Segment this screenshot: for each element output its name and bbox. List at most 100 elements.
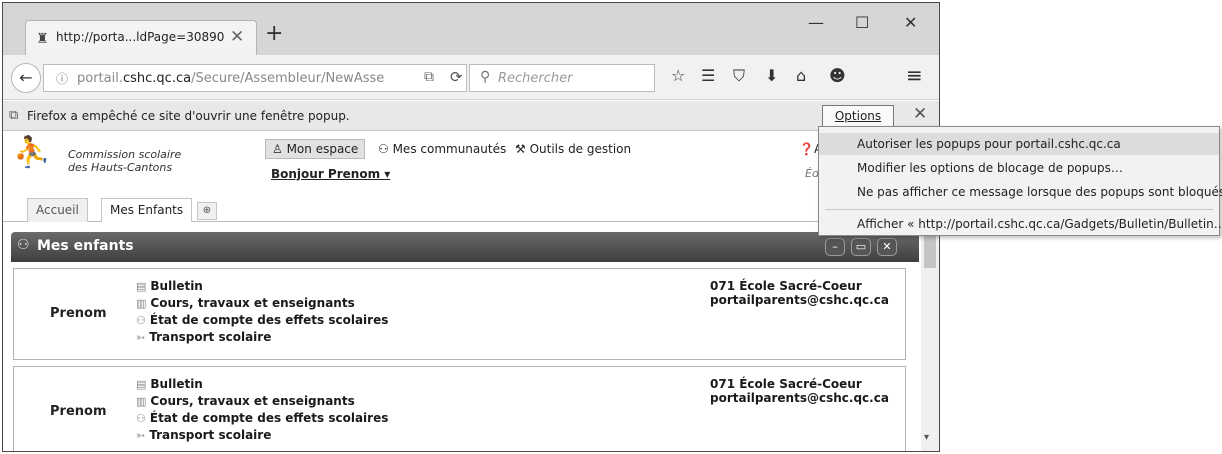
scrollbar-thumb[interactable]	[924, 234, 936, 268]
link-transport[interactable]: ➳ Transport scolaire	[136, 428, 271, 442]
link-cours[interactable]: ▥ Cours, travaux et enseignants	[136, 394, 355, 408]
transport-icon: ➳	[136, 331, 146, 344]
url-domain: cshc.qc.ca	[122, 71, 192, 86]
link-etat-compte-label: État de compte des effets scolaires	[149, 313, 389, 327]
popup-bar-close-icon[interactable]: ✕	[913, 104, 927, 124]
link-transport[interactable]: ➳ Transport scolaire	[136, 330, 271, 344]
nav-communautes-label: Mes communautés	[392, 142, 507, 156]
group-icon: ⚇	[378, 142, 393, 156]
popup-blocked-message: Firefox a empêché ce site d'ouvrir une f…	[27, 109, 350, 123]
link-bulletin-label: Bulletin	[150, 377, 203, 391]
reload-icon[interactable]: ⟳	[450, 68, 463, 86]
chat-icon[interactable]: ☻	[829, 68, 846, 84]
home-icon[interactable]: ⌂	[796, 68, 806, 84]
options-button[interactable]: Options	[822, 105, 894, 127]
child-name: Prenom	[50, 306, 107, 321]
link-etat-compte-label: État de compte des effets scolaires	[149, 411, 389, 425]
back-button[interactable]: ←	[11, 63, 41, 93]
search-icon: ⚲	[480, 69, 491, 85]
minimize-button[interactable]: —	[808, 15, 824, 31]
link-bulletin-label: Bulletin	[150, 279, 203, 293]
popup-blocked-icon[interactable]: ⧉	[424, 69, 434, 85]
title-bar: ♜ http://porta...ldPage=30890 ✕ + — ☐ ✕	[3, 3, 939, 56]
tools-icon: ⚒	[515, 142, 530, 156]
url-prefix: portail.	[77, 71, 123, 86]
child-card: Prenom ▤ Bulletin ▥ Cours, travaux et ense…	[13, 366, 906, 451]
panel-maximize-button[interactable]: ▭	[851, 238, 871, 256]
address-bar[interactable]: ⓘ portail.cshc.qc.ca/Secure/Assembleur/N…	[43, 64, 467, 92]
bookmark-star-icon[interactable]: ☆	[671, 68, 685, 84]
school-name: 071 École Sacré-Coeur	[710, 377, 862, 391]
menu-item-dont-show-message[interactable]: Ne pas afficher ce message lorsque des p…	[819, 181, 1222, 203]
menu-item-edit-popup-options[interactable]: Modifier les options de blocage de popup…	[819, 157, 1219, 179]
popup-options-menu: Autoriser les popups pour portail.cshc.q…	[818, 126, 1222, 236]
nav-communautes[interactable]: ⚇ Mes communautés	[378, 142, 506, 156]
school-board-logo[interactable]: ⛹ Commission scolaire des Hauts-Cantons	[13, 138, 193, 198]
portal-tabs: Accueil Mes Enfants ⊕	[3, 194, 939, 222]
logo-figure-icon: ⛹	[13, 135, 51, 170]
school-name: 071 École Sacré-Coeur	[710, 279, 862, 293]
hamburger-menu-icon[interactable]: ≡	[906, 65, 923, 85]
nav-outils[interactable]: ⚒ Outils de gestion	[515, 142, 631, 156]
close-window-button[interactable]: ✕	[904, 15, 917, 31]
browser-tab[interactable]: ♜ http://porta...ldPage=30890 ✕	[25, 20, 257, 56]
edit-link[interactable]: Éd	[805, 167, 819, 180]
url-path: /Secure/Assembleur/NewAsse	[191, 71, 385, 86]
link-bulletin[interactable]: ▤ Bulletin	[136, 279, 203, 293]
page-content: ⛹ Commission scolaire des Hauts-Cantons …	[3, 132, 939, 451]
tab-accueil[interactable]: Accueil	[27, 198, 88, 222]
page-scrollbar[interactable]: ▾	[921, 222, 939, 451]
site-favicon-icon: ♜	[36, 31, 49, 47]
download-icon[interactable]: ⬇	[765, 68, 778, 84]
tab-title: http://porta...ldPage=30890	[56, 30, 225, 44]
link-cours[interactable]: ▥ Cours, travaux et enseignants	[136, 296, 355, 310]
tab-close-icon[interactable]: ✕	[230, 27, 244, 47]
link-etat-compte[interactable]: ⚇ État de compte des effets scolaires	[136, 411, 388, 425]
school-info: 071 École Sacré-Coeur portailparents@csh…	[710, 279, 889, 307]
add-tab-button[interactable]: ⊕	[197, 202, 217, 220]
nav-outils-label: Outils de gestion	[529, 142, 632, 156]
school-email[interactable]: portailparents@cshc.qc.ca	[710, 293, 889, 307]
link-cours-label: Cours, travaux et enseignants	[150, 394, 355, 408]
mes-enfants-panel-header: ⚇ Mes enfants – ▭ ✕	[11, 232, 919, 262]
browser-window: ♜ http://porta...ldPage=30890 ✕ + — ☐ ✕ …	[2, 2, 940, 452]
maximize-button[interactable]: ☐	[855, 15, 869, 31]
popup-blocked-bar-icon: ⧉	[9, 108, 19, 123]
menu-separator	[825, 209, 1213, 210]
children-icon: ⚇	[17, 237, 30, 253]
new-tab-button[interactable]: +	[265, 23, 283, 45]
report-card-icon: ▤	[136, 280, 147, 293]
site-info-icon[interactable]: ⓘ	[56, 70, 68, 87]
reading-list-icon[interactable]: ☰	[701, 68, 715, 84]
report-card-icon: ▤	[136, 378, 147, 391]
nav-mon-espace-label: Mon espace	[286, 142, 359, 156]
user-greeting-menu[interactable]: Bonjour Prenom ▾	[271, 167, 390, 181]
search-bar[interactable]: ⚲ Rechercher	[469, 64, 655, 92]
account-icon: ⚇	[136, 412, 146, 425]
books-icon: ▥	[136, 395, 147, 408]
person-icon: ♙	[272, 142, 287, 156]
school-info: 071 École Sacré-Coeur portailparents@csh…	[710, 377, 889, 405]
school-email[interactable]: portailparents@cshc.qc.ca	[710, 391, 889, 405]
search-placeholder: Rechercher	[498, 71, 573, 86]
popup-blocked-bar: ⧉ Firefox a empêché ce site d'ouvrir une…	[3, 101, 939, 131]
panel-minimize-button[interactable]: –	[825, 238, 845, 256]
account-icon: ⚇	[136, 314, 146, 327]
menu-item-allow-popups[interactable]: Autoriser les popups pour portail.cshc.q…	[819, 133, 1219, 155]
nav-mon-espace[interactable]: ♙ Mon espace	[265, 139, 366, 159]
tab-mes-enfants[interactable]: Mes Enfants	[101, 198, 193, 222]
panel-close-button[interactable]: ✕	[877, 238, 897, 256]
menu-item-show-popup[interactable]: Afficher « http://portail.cshc.qc.ca/Gad…	[819, 213, 1222, 235]
books-icon: ▥	[136, 297, 147, 310]
logo-text-line1: Commission scolaire	[68, 148, 182, 161]
link-transport-label: Transport scolaire	[149, 428, 272, 442]
link-bulletin[interactable]: ▤ Bulletin	[136, 377, 203, 391]
pocket-icon[interactable]: ⛉	[733, 68, 745, 84]
child-name: Prenom	[50, 404, 107, 419]
link-cours-label: Cours, travaux et enseignants	[150, 296, 355, 310]
help-icon: ❓	[799, 142, 814, 156]
url-text[interactable]: portail.cshc.qc.ca/Secure/Assembleur/New…	[77, 71, 384, 86]
link-etat-compte[interactable]: ⚇ État de compte des effets scolaires	[136, 313, 388, 327]
navigation-bar: ← ⓘ portail.cshc.qc.ca/Secure/Assembleur…	[3, 55, 939, 100]
scroll-down-arrow-icon[interactable]: ▾	[924, 432, 929, 443]
